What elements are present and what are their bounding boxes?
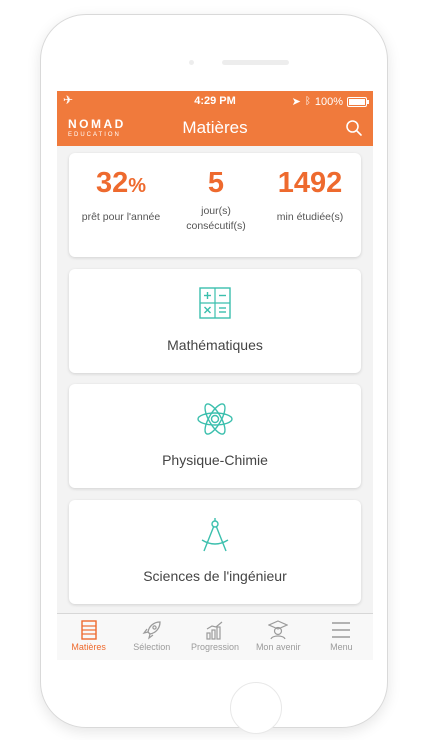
tab-bar: Matières Sélection Progression Mon aveni… [57,613,373,660]
compass-icon [201,518,229,552]
search-icon [346,120,362,136]
stat-readiness-unit: % [128,175,147,197]
stat-streak-label-line2: consécutif(s) [186,220,246,232]
stat-streak-value: 5 [207,167,225,199]
page-title: Matières [182,118,248,137]
stats-card: 32% prêt pour l'année 5 jour(s) consécut… [69,153,361,257]
nav-bar: NOMAD EDUCATION Matières [57,111,373,146]
status-bar: ✈ 4:29 PM ➤ ᛒ 100% [57,91,373,111]
chart-icon [206,621,223,640]
tab-label: Progression [190,642,240,652]
stat-minutes: 1492 min étudiée(s) [259,153,361,225]
tab-mon-avenir[interactable]: Mon avenir [247,614,310,660]
tab-label: Matières [71,642,106,652]
subject-card-sciences-ingenieur[interactable]: Sciences de l'ingénieur [69,500,361,604]
subject-card-physique-chimie[interactable]: Physique-Chimie [69,384,361,488]
graduate-icon [268,620,289,640]
home-button[interactable] [230,682,282,734]
stat-streak-label-line1: jour(s) [201,205,231,217]
atom-icon [197,403,233,435]
search-button[interactable] [345,119,363,137]
subject-card-mathematiques[interactable]: Mathématiques [69,269,361,373]
tab-matieres[interactable]: Matières [57,614,120,660]
tab-selection[interactable]: Sélection [120,614,183,660]
stat-readiness: 32% prêt pour l'année [69,153,173,225]
stat-minutes-value: 1492 [277,167,343,199]
tab-label: Mon avenir [255,642,301,652]
calculator-icon [199,287,231,319]
hamburger-icon [332,622,351,638]
tab-label: Sélection [133,642,171,652]
tab-label: Menu [330,642,353,652]
books-icon [80,620,97,640]
location-icon: ➤ [291,96,301,108]
tab-progression[interactable]: Progression [183,614,246,660]
subject-name: Physique-Chimie [162,452,268,468]
stat-streak: 5 jour(s) consécutif(s) [173,153,259,234]
subject-name: Sciences de l'ingénieur [143,568,287,584]
battery-icon [347,96,369,107]
subject-name: Mathématiques [167,337,263,353]
rocket-icon [142,621,161,640]
stat-minutes-label: min étudiée(s) [276,211,344,223]
bluetooth-icon: ᛒ [304,96,311,107]
tab-menu[interactable]: Menu [310,614,373,660]
earpiece-speaker [222,60,289,65]
battery-percent: 100% [314,95,343,108]
front-camera [189,60,194,65]
stat-readiness-label: prêt pour l'année [81,211,161,223]
app-screen: ✈ 4:29 PM ➤ ᛒ 100% NOMAD EDUCATION Matiè… [57,91,373,660]
stat-readiness-value: 32 [95,167,129,199]
